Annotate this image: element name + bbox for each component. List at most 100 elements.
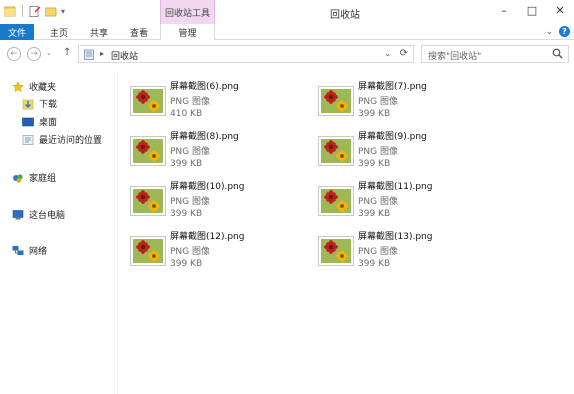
desktop-icon: [22, 116, 34, 128]
address-bar[interactable]: ▸ 回收站 ⌄ ⟳: [78, 45, 414, 63]
title-bar: ▾ 回收站工具 回收站 – □ ✕: [0, 0, 574, 24]
up-button[interactable]: ↑: [63, 47, 71, 58]
file-item[interactable]: 屏幕截图(6).png PNG 图像 410 KB: [118, 74, 288, 122]
file-name: 屏幕截图(8).png: [170, 132, 239, 142]
file-type: PNG 图像: [170, 197, 210, 207]
file-type: PNG 图像: [170, 247, 210, 257]
file-name: 屏幕截图(13).png: [358, 232, 433, 242]
file-name: 屏幕截图(10).png: [170, 182, 245, 192]
minimize-button[interactable]: –: [490, 0, 518, 20]
window-title: 回收站: [330, 10, 360, 21]
breadcrumb-recycle-bin[interactable]: 回收站: [111, 49, 138, 62]
ribbon-right-controls: ⌄ ?: [545, 26, 570, 37]
file-item[interactable]: 屏幕截图(9).png PNG 图像 399 KB: [306, 124, 476, 172]
nav-label-desktop: 桌面: [39, 118, 58, 128]
file-type: PNG 图像: [358, 97, 398, 107]
close-button[interactable]: ✕: [546, 0, 574, 20]
file-name: 屏幕截图(11).png: [358, 182, 433, 192]
back-button[interactable]: ←: [7, 47, 21, 61]
help-icon[interactable]: ?: [559, 26, 570, 37]
ribbon-expand-icon[interactable]: ⌄: [545, 27, 553, 37]
file-size: 399 KB: [170, 159, 203, 169]
nav-item-downloads[interactable]: 下载: [22, 97, 57, 110]
quick-access-toolbar: ▾: [3, 5, 65, 17]
file-size: 399 KB: [358, 109, 391, 119]
nav-label-downloads: 下载: [39, 100, 58, 110]
recycle-bin-icon: [83, 49, 95, 60]
address-dropdown-icon[interactable]: ⌄: [384, 49, 391, 58]
recent-places-icon: [22, 134, 34, 146]
file-item[interactable]: 屏幕截图(11).png PNG 图像 399 KB: [306, 174, 476, 222]
nav-item-network[interactable]: 网络: [12, 244, 47, 257]
tab-file[interactable]: 文件: [0, 24, 34, 40]
file-item[interactable]: 屏幕截图(7).png PNG 图像 399 KB: [306, 74, 476, 122]
nav-label-network: 网络: [29, 247, 48, 257]
file-size: 399 KB: [358, 209, 391, 219]
nav-label-homegroup: 家庭组: [29, 174, 57, 184]
file-item[interactable]: 屏幕截图(13).png PNG 图像 399 KB: [306, 224, 476, 272]
file-name: 屏幕截图(6).png: [170, 82, 239, 92]
file-size: 399 KB: [170, 259, 203, 269]
explorer-app-icon[interactable]: [3, 6, 16, 17]
image-thumbnail-icon: [130, 236, 166, 266]
file-type: PNG 图像: [358, 147, 398, 157]
file-size: 410 KB: [170, 109, 203, 119]
file-item[interactable]: 屏幕截图(8).png PNG 图像 399 KB: [118, 124, 288, 172]
search-icon[interactable]: [552, 48, 563, 59]
nav-item-this-pc[interactable]: 这台电脑: [12, 208, 65, 221]
nav-item-homegroup[interactable]: 家庭组: [12, 171, 56, 184]
navigation-pane: 收藏夹 下载 桌面 最近访问的位置 家庭组 这台电脑 网络: [0, 72, 118, 394]
tab-manage[interactable]: 管理: [160, 24, 215, 40]
properties-icon[interactable]: [29, 5, 41, 17]
file-type: PNG 图像: [358, 197, 398, 207]
nav-item-recent-places[interactable]: 最近访问的位置: [22, 133, 102, 146]
window-controls: – □ ✕: [490, 0, 574, 20]
nav-item-favorites[interactable]: 收藏夹: [12, 80, 56, 93]
file-name: 屏幕截图(7).png: [358, 82, 427, 92]
image-thumbnail-icon: [130, 186, 166, 216]
tab-home[interactable]: 主页: [40, 24, 78, 40]
image-thumbnail-icon: [318, 86, 354, 116]
file-name: 屏幕截图(9).png: [358, 132, 427, 142]
homegroup-icon: [12, 172, 24, 184]
image-thumbnail-icon: [318, 136, 354, 166]
nav-label-this-pc: 这台电脑: [29, 211, 66, 221]
new-folder-icon[interactable]: [44, 6, 57, 17]
refresh-icon[interactable]: ⟳: [400, 48, 408, 59]
recent-locations-button[interactable]: ⌄: [46, 49, 52, 57]
search-placeholder: 搜索"回收站": [428, 52, 482, 62]
file-item[interactable]: 屏幕截图(10).png PNG 图像 399 KB: [118, 174, 288, 222]
file-name: 屏幕截图(12).png: [170, 232, 245, 242]
file-size: 399 KB: [170, 209, 203, 219]
nav-label-favorites: 收藏夹: [29, 83, 57, 93]
network-icon: [12, 245, 24, 257]
forward-button[interactable]: →: [27, 47, 41, 61]
tab-view[interactable]: 查看: [120, 24, 158, 40]
breadcrumb-separator[interactable]: ▸: [100, 49, 104, 58]
file-list: 屏幕截图(6).png PNG 图像 410 KB 屏幕截图(7).png PN…: [118, 72, 574, 394]
downloads-icon: [22, 98, 34, 110]
image-thumbnail-icon: [318, 186, 354, 216]
file-type: PNG 图像: [170, 97, 210, 107]
context-tab-group-header: 回收站工具: [160, 0, 215, 24]
context-tab-group-label: 回收站工具: [164, 9, 210, 19]
star-icon: [12, 80, 24, 93]
file-size: 399 KB: [358, 259, 391, 269]
search-box[interactable]: 搜索"回收站": [421, 45, 569, 63]
computer-icon: [12, 209, 24, 221]
image-thumbnail-icon: [130, 136, 166, 166]
file-size: 399 KB: [358, 159, 391, 169]
maximize-button[interactable]: □: [518, 0, 546, 20]
qat-separator: [22, 5, 23, 17]
qat-customize-icon[interactable]: ▾: [61, 7, 65, 16]
address-row: ← → ⌄ ↑ ▸ 回收站 ⌄ ⟳ 搜索"回收站": [0, 41, 574, 67]
file-item[interactable]: 屏幕截图(12).png PNG 图像 399 KB: [118, 224, 288, 272]
image-thumbnail-icon: [130, 86, 166, 116]
image-thumbnail-icon: [318, 236, 354, 266]
nav-item-desktop[interactable]: 桌面: [22, 115, 57, 128]
file-type: PNG 图像: [170, 147, 210, 157]
tab-share[interactable]: 共享: [80, 24, 118, 40]
file-type: PNG 图像: [358, 247, 398, 257]
ribbon-tab-bar: 文件 主页 共享 查看 管理 ⌄ ?: [0, 24, 574, 40]
nav-label-recent-places: 最近访问的位置: [39, 136, 103, 146]
